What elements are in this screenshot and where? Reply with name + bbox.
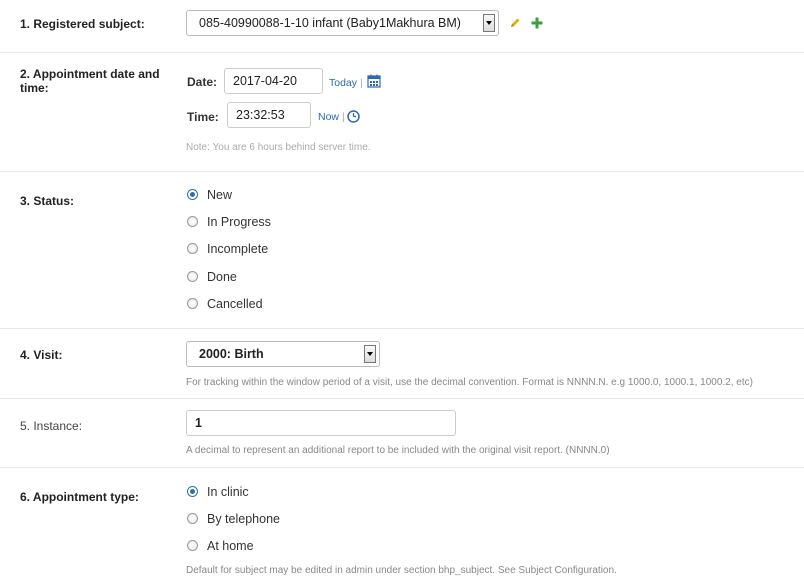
status-option-label: Incomplete	[207, 242, 269, 256]
date-value: 2017-04-20	[233, 74, 297, 88]
chevron-down-icon[interactable]	[483, 14, 495, 32]
now-link[interactable]: Now |	[318, 111, 345, 123]
registered-subject-value: 085-40990088-1-10 infant (Baby1Makhura B…	[199, 16, 461, 30]
visit-label: 4. Visit:	[20, 348, 63, 362]
status-label: 3. Status:	[20, 194, 75, 208]
instance-field[interactable]: 1	[186, 410, 456, 436]
now-separator: |	[341, 111, 345, 123]
status-option-label: New	[207, 188, 233, 202]
appt-type-option-label: In clinic	[207, 485, 249, 499]
date-label: Date:	[187, 75, 218, 89]
time-value: 23:32:53	[236, 108, 285, 122]
today-link[interactable]: Today |	[329, 77, 363, 89]
radio-icon[interactable]	[187, 216, 198, 227]
status-option-label: Done	[207, 270, 237, 284]
radio-checked-icon[interactable]	[187, 486, 198, 497]
row-appointment-datetime: 2. Appointment date and time: Date: 2017…	[0, 52, 804, 172]
instance-label: 5. Instance:	[20, 419, 83, 433]
pencil-icon[interactable]	[509, 17, 521, 29]
today-link-label: Today	[329, 77, 358, 89]
visit-value: 2000: Birth	[199, 347, 264, 361]
date-field[interactable]: 2017-04-20	[224, 68, 323, 94]
radio-icon[interactable]	[187, 513, 198, 524]
instance-value: 1	[195, 416, 202, 430]
appt-type-option-label: At home	[207, 539, 254, 553]
registered-subject-label: 1. Registered subject:	[20, 17, 145, 31]
status-option-label: Cancelled	[207, 297, 263, 311]
clock-icon[interactable]	[347, 110, 360, 123]
chevron-down-icon[interactable]	[364, 345, 376, 363]
status-option-label: In Progress	[207, 215, 271, 229]
row-instance: 5. Instance: 1 A decimal to represent an…	[0, 398, 804, 468]
today-separator: |	[359, 77, 363, 89]
row-status: 3. Status: New In Progress Incomplete Do…	[0, 171, 804, 329]
appt-type-help: Default for subject may be edited in adm…	[186, 565, 617, 576]
row-registered-subject: 1. Registered subject: 085-40990088-1-10…	[0, 0, 804, 52]
visit-select[interactable]: 2000: Birth	[186, 341, 380, 367]
instance-help: A decimal to represent an additional rep…	[186, 445, 610, 456]
row-visit: 4. Visit: 2000: Birth For tracking withi…	[0, 328, 804, 399]
calendar-icon[interactable]	[367, 74, 381, 88]
timezone-note: Note: You are 6 hours behind server time…	[186, 142, 371, 153]
appointment-type-label: 6. Appointment type:	[20, 490, 139, 504]
visit-help: For tracking within the window period of…	[186, 377, 753, 388]
radio-icon[interactable]	[187, 298, 198, 309]
time-label: Time:	[187, 110, 219, 124]
appt-type-option-label: By telephone	[207, 512, 280, 526]
registered-subject-select[interactable]: 085-40990088-1-10 infant (Baby1Makhura B…	[186, 10, 499, 36]
radio-checked-icon[interactable]	[187, 189, 198, 200]
row-appointment-type: 6. Appointment type: In clinic By teleph…	[0, 467, 804, 581]
time-field[interactable]: 23:32:53	[227, 102, 311, 128]
radio-icon[interactable]	[187, 271, 198, 282]
now-link-label: Now	[318, 111, 340, 123]
radio-icon[interactable]	[187, 540, 198, 551]
plus-icon[interactable]	[531, 17, 543, 29]
radio-icon[interactable]	[187, 243, 198, 254]
appointment-datetime-label: 2. Appointment date and time:	[20, 67, 160, 95]
